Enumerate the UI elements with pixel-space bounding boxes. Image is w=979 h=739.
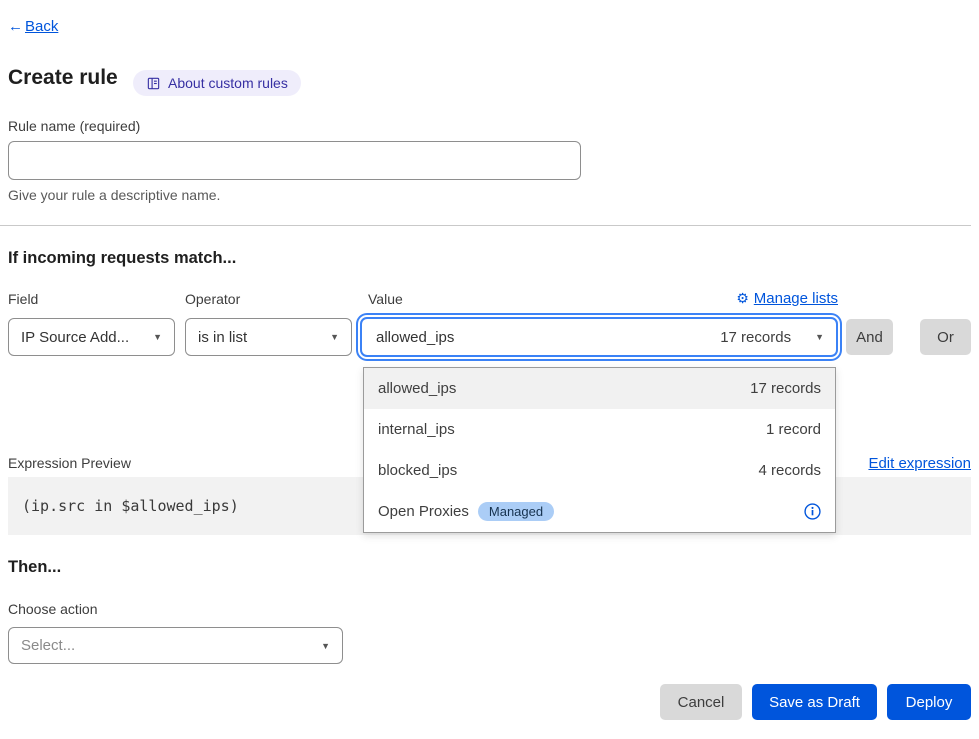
or-button[interactable]: Or [920,319,971,355]
cancel-button[interactable]: Cancel [660,684,742,720]
field-label: Field [8,291,38,307]
list-option-records: 17 records [750,380,821,397]
and-button[interactable]: And [846,319,893,355]
rule-name-input[interactable] [8,141,581,180]
expression-preview-label: Expression Preview [8,455,131,471]
expression-code: (ip.src in $allowed_ips) [22,497,239,515]
then-section-heading: Then... [8,558,61,577]
save-as-draft-button[interactable]: Save as Draft [752,684,877,720]
rule-name-help-text: Give your rule a descriptive name. [8,187,220,203]
rule-name-label: Rule name (required) [8,118,140,134]
list-option-blocked-ips[interactable]: blocked_ips 4 records [364,450,835,491]
match-section-heading: If incoming requests match... [8,249,236,268]
info-icon[interactable] [804,503,821,520]
chevron-down-icon: ▼ [330,332,339,342]
list-dropdown-menu: allowed_ips 17 records internal_ips 1 re… [363,367,836,533]
list-option-records: 1 record [766,421,821,438]
section-divider [0,225,971,226]
chevron-down-icon: ▼ [153,332,162,342]
manage-lists-label[interactable]: Manage lists [754,290,838,307]
list-option-name: allowed_ips [378,380,456,397]
gear-icon: ⚙ [736,290,749,307]
back-link[interactable]: ←Back [8,18,58,35]
operator-select[interactable]: is in list ▼ [185,318,352,356]
chevron-down-icon: ▼ [815,332,824,342]
create-rule-page: ←Back Create rule About custom rules Rul… [0,0,979,739]
list-option-internal-ips[interactable]: internal_ips 1 record [364,409,835,450]
back-arrow-icon: ← [8,18,23,35]
about-custom-rules-badge[interactable]: About custom rules [133,70,301,96]
deploy-button[interactable]: Deploy [887,684,971,720]
list-option-name: internal_ips [378,421,455,438]
field-select-value: IP Source Add... [21,329,145,346]
value-list-select[interactable]: allowed_ips 17 records ▼ [360,317,838,357]
value-select-records: 17 records [720,329,791,346]
edit-expression-link[interactable]: Edit expression [868,455,971,472]
managed-badge: Managed [478,502,554,521]
action-select-placeholder: Select... [21,637,313,654]
value-label: Value [368,291,403,307]
list-option-allowed-ips[interactable]: allowed_ips 17 records [364,368,835,409]
list-option-name: blocked_ips [378,462,457,479]
chevron-down-icon: ▼ [321,641,330,651]
book-icon [146,76,161,91]
value-select-value: allowed_ips [376,329,720,346]
operator-label: Operator [185,291,240,307]
manage-lists-link[interactable]: ⚙ Manage lists [736,290,838,307]
list-option-open-proxies[interactable]: Open Proxies Managed [364,491,835,532]
choose-action-label: Choose action [8,601,98,617]
about-badge-label: About custom rules [168,75,288,91]
operator-select-value: is in list [198,329,322,346]
field-select[interactable]: IP Source Add... ▼ [8,318,175,356]
page-title: Create rule [8,66,118,90]
action-select[interactable]: Select... ▼ [8,627,343,664]
back-link-label[interactable]: Back [25,18,58,35]
list-option-name: Open Proxies [378,503,469,520]
list-option-records: 4 records [758,462,821,479]
